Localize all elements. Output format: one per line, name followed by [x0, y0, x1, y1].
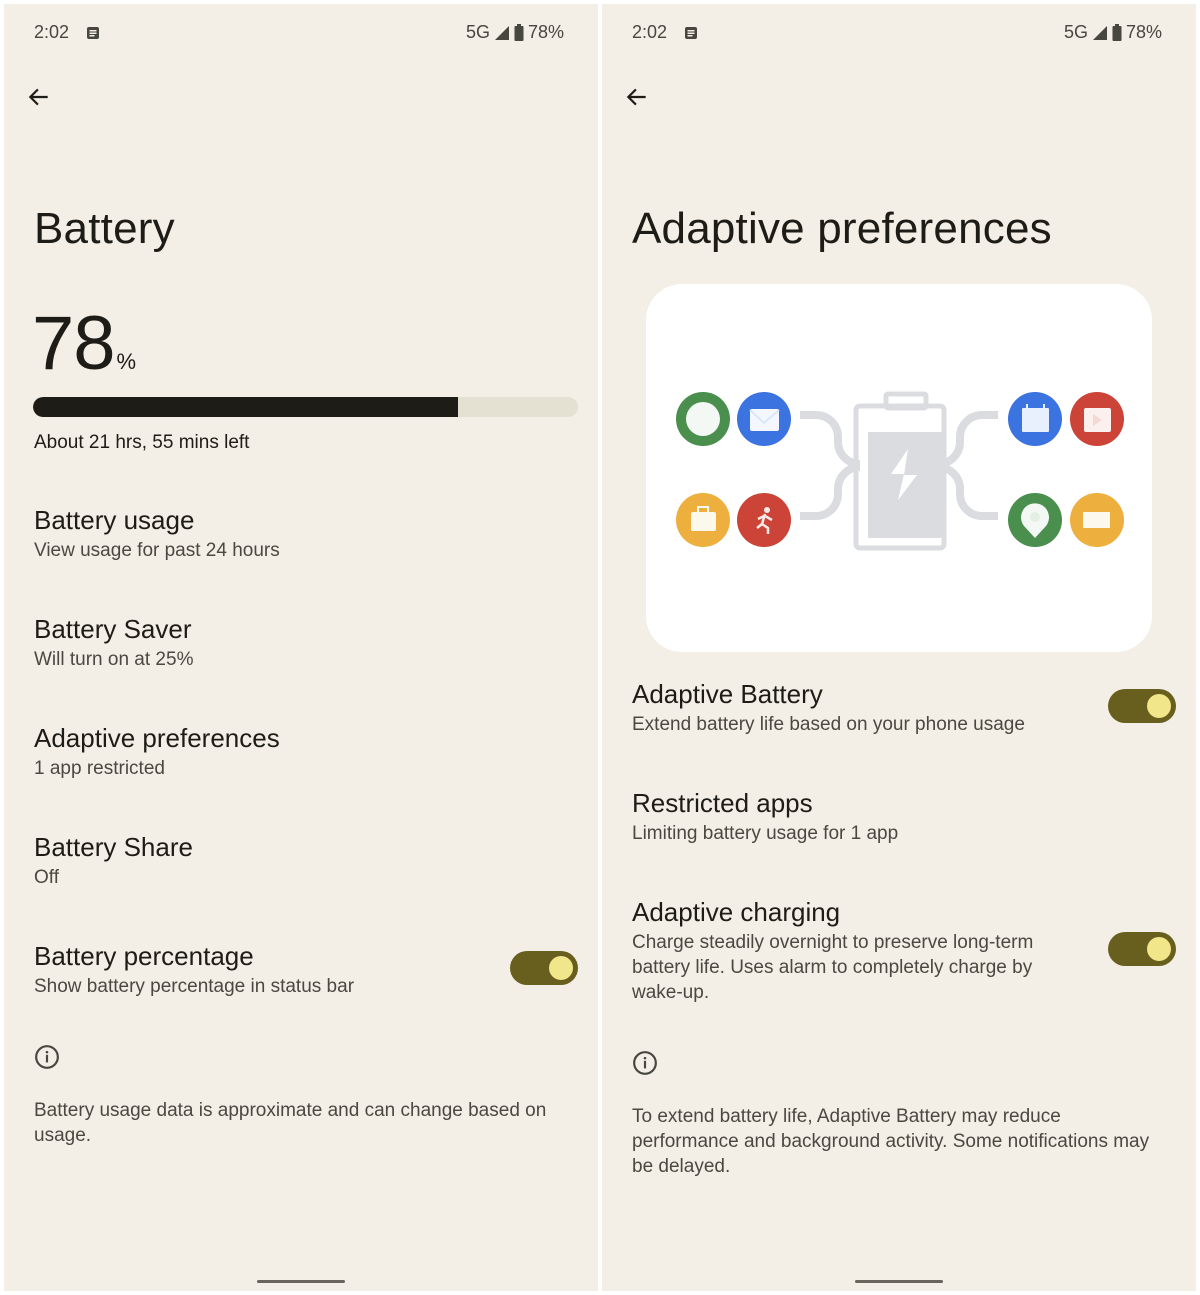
- battery-icon: [514, 24, 524, 41]
- item-subtitle: Will turn on at 25%: [34, 649, 194, 670]
- item-title: Battery usage: [34, 505, 195, 535]
- battery-share-item[interactable]: Battery Share Off: [34, 831, 568, 890]
- adaptive-preferences-item[interactable]: Adaptive preferences 1 app restricted: [34, 722, 568, 781]
- battery-percentage-item[interactable]: Battery percentage Show battery percenta…: [34, 940, 498, 999]
- status-time: 2:02: [34, 22, 70, 42]
- page-title: Battery: [34, 204, 175, 253]
- signal-icon: [494, 25, 509, 40]
- adaptive-charging-item[interactable]: Adaptive charging Charge steadily overni…: [632, 896, 1076, 1005]
- item-subtitle: Extend battery life based on your phone …: [632, 714, 1025, 735]
- item-subtitle: 1 app restricted: [34, 758, 165, 779]
- toggle-thumb: [549, 956, 573, 980]
- ticket-icon: [1070, 493, 1124, 547]
- messages-icon: [676, 392, 730, 446]
- page-title: Adaptive preferences: [632, 204, 1052, 253]
- item-subtitle: Limiting battery usage for 1 app: [632, 823, 899, 844]
- status-bar: 2:02 5G 78%: [34, 22, 564, 46]
- charging-battery-icon: [853, 391, 947, 551]
- time-remaining: About 21 hrs, 55 mins left: [34, 432, 250, 453]
- battery-level-value: 78: [32, 301, 116, 386]
- gesture-nav-bar[interactable]: [855, 1280, 943, 1283]
- item-title: Battery Share: [34, 832, 193, 862]
- maps-icon: [1008, 493, 1062, 547]
- adaptive-battery-toggle[interactable]: [1108, 689, 1176, 723]
- item-title: Restricted apps: [632, 788, 813, 818]
- item-title: Adaptive preferences: [34, 723, 280, 753]
- briefcase-icon: [676, 493, 730, 547]
- battery-level-bar: [33, 397, 578, 417]
- battery-percentage-toggle[interactable]: [510, 951, 578, 985]
- info-icon: [633, 1051, 657, 1075]
- calendar-icon: [1008, 392, 1062, 446]
- item-title: Adaptive charging: [632, 897, 841, 927]
- battery-level: 78%: [32, 300, 137, 387]
- item-title: Battery percentage: [34, 941, 254, 971]
- item-subtitle: View usage for past 24 hours: [34, 540, 280, 561]
- battery-level-fill: [33, 397, 459, 417]
- battery-level-unit: %: [116, 349, 137, 374]
- adaptive-charging-toggle[interactable]: [1108, 932, 1176, 966]
- adaptive-battery-item[interactable]: Adaptive Battery Extend battery life bas…: [632, 678, 1096, 737]
- mail-icon: [737, 392, 791, 446]
- status-bar: 2:02 5G 78%: [632, 22, 1162, 46]
- item-title: Adaptive Battery: [632, 679, 823, 709]
- battery-saver-item[interactable]: Battery Saver Will turn on at 25%: [34, 613, 568, 672]
- back-arrow-icon[interactable]: [624, 84, 650, 110]
- illustration-graphic: [676, 391, 1124, 551]
- battery-usage-item[interactable]: Battery usage View usage for past 24 hou…: [34, 504, 568, 563]
- gesture-nav-bar[interactable]: [257, 1280, 345, 1283]
- notification-icon: [87, 27, 99, 39]
- battery-percent-status: 78%: [527, 22, 564, 42]
- adaptive-illustration: [646, 284, 1152, 652]
- restricted-apps-item[interactable]: Restricted apps Limiting battery usage f…: [632, 787, 1166, 846]
- toggle-thumb: [1147, 694, 1171, 718]
- back-arrow-icon[interactable]: [26, 84, 52, 110]
- item-subtitle: Off: [34, 867, 59, 888]
- battery-screen: 2:02 5G 78% Battery 78% About 21 hrs, 55…: [4, 4, 598, 1291]
- signal-icon: [1092, 25, 1107, 40]
- network-type: 5G: [1063, 22, 1088, 42]
- video-icon: [1070, 392, 1124, 446]
- notification-icon: [685, 27, 697, 39]
- footer-note: Battery usage data is approximate and ca…: [34, 1100, 547, 1146]
- item-subtitle: Show battery percentage in status bar: [34, 976, 355, 997]
- battery-icon: [1112, 24, 1122, 41]
- battery-percent-status: 78%: [1125, 22, 1162, 42]
- fitness-icon: [737, 493, 791, 547]
- item-title: Battery Saver: [34, 614, 192, 644]
- status-time: 2:02: [632, 22, 668, 42]
- footer-note: To extend battery life, Adaptive Battery…: [632, 1106, 1150, 1177]
- info-icon: [35, 1045, 59, 1069]
- toggle-thumb: [1147, 937, 1171, 961]
- item-subtitle: Charge steadily overnight to preserve lo…: [632, 932, 1034, 1003]
- network-type: 5G: [465, 22, 490, 42]
- adaptive-preferences-screen: 2:02 5G 78% Adaptive preferences Adaptiv…: [602, 4, 1196, 1291]
